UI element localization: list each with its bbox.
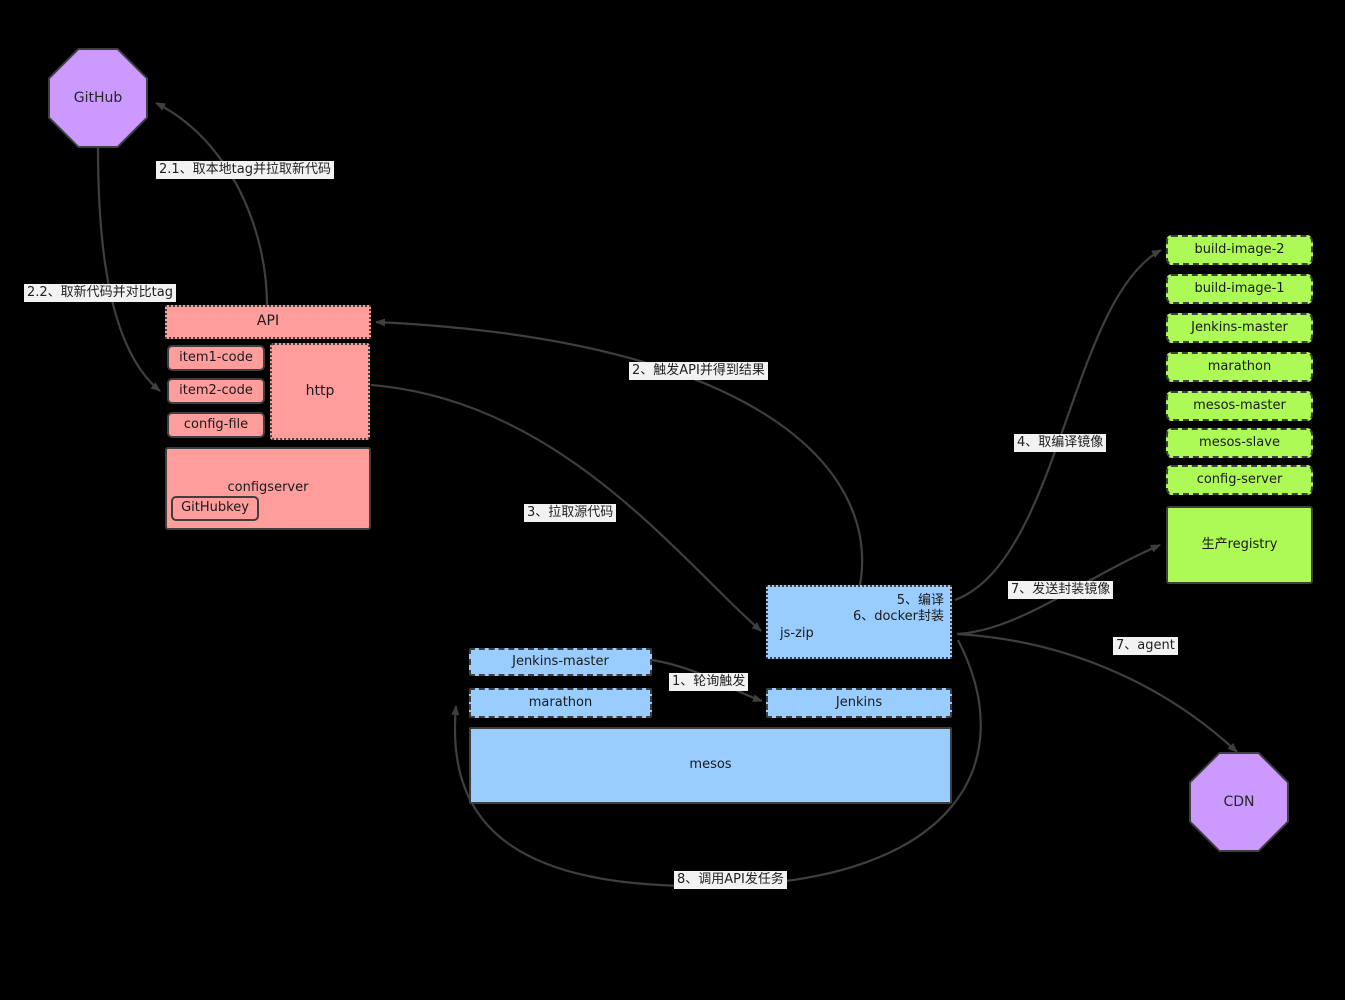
item1-code-label: item1-code — [179, 349, 253, 365]
edge-label-8: 8、调用API发任务 — [674, 871, 787, 889]
compile-line-2: 6、docker封装 — [852, 609, 944, 625]
node-api[interactable]: API — [165, 305, 371, 339]
item2-code-label: item2-code — [179, 382, 253, 398]
edge-label-3-text: 3、拉取源代码 — [527, 505, 614, 520]
edge-label-7-send: 7、发送封装镜像 — [1008, 581, 1114, 599]
config-file-label: config-file — [183, 416, 249, 432]
edge-22 — [96, 147, 161, 392]
node-build-image-2[interactable]: build-image-2 — [1166, 235, 1313, 265]
node-cdn[interactable]: CDN — [1189, 752, 1289, 852]
config-server-label: config-server — [1196, 471, 1283, 487]
edge-label-1-text: 1、轮询触发 — [672, 674, 746, 689]
edge-label-4-text: 4、取编译镜像 — [1017, 435, 1104, 450]
edge-label-2-2-text: 2.2、取新代码并对比tag — [27, 285, 173, 300]
node-build-image-1[interactable]: build-image-1 — [1166, 274, 1313, 304]
edge-label-7-agent-text: 7、agent — [1116, 638, 1175, 653]
node-blue-marathon[interactable]: marathon — [469, 688, 652, 718]
green-jenkins-master-label: Jenkins-master — [1191, 319, 1288, 335]
diagram-canvas: GitHub CDN API item1-code item2-code con… — [0, 0, 1345, 1000]
node-prod-registry[interactable]: 生产registry — [1166, 506, 1313, 584]
blue-marathon-label: marathon — [528, 694, 593, 710]
edge-label-2-2: 2.2、取新代码并对比tag — [24, 284, 176, 302]
node-blue-jenkins-master[interactable]: Jenkins-master — [469, 648, 652, 676]
mesos-master-label: mesos-master — [1193, 397, 1286, 413]
build-image-1-label: build-image-1 — [1194, 280, 1285, 296]
http-label: http — [305, 382, 335, 399]
node-jenkins[interactable]: Jenkins — [766, 688, 952, 718]
build-image-2-label: build-image-2 — [1194, 241, 1285, 257]
blue-jenkins-master-label: Jenkins-master — [512, 653, 609, 669]
mesos-label: mesos — [689, 757, 732, 773]
compile-line-1: 5、编译 — [896, 593, 944, 608]
edge-label-4: 4、取编译镜像 — [1014, 434, 1107, 452]
github-label: GitHub — [73, 90, 123, 106]
edge-label-2-1: 2.1、取本地tag并拉取新代码 — [156, 161, 334, 179]
edge-2 — [375, 318, 864, 586]
node-mesos[interactable]: mesos — [469, 727, 952, 804]
node-item2-code[interactable]: item2-code — [167, 378, 265, 404]
prod-registry-label: 生产registry — [1201, 536, 1278, 552]
green-marathon-label: marathon — [1207, 358, 1272, 374]
node-green-jenkins-master[interactable]: Jenkins-master — [1166, 313, 1313, 343]
node-compile-package[interactable]: 5、编译 6、docker封装 js-zip — [766, 585, 952, 659]
node-item1-code[interactable]: item1-code — [167, 345, 265, 371]
edge-label-7-send-text: 7、发送封装镜像 — [1011, 582, 1111, 597]
edge-label-1: 1、轮询触发 — [669, 673, 749, 691]
edge-label-2: 2、触发API并得到结果 — [629, 362, 768, 380]
cdn-label: CDN — [1223, 794, 1255, 810]
node-config-server[interactable]: config-server — [1166, 465, 1313, 495]
edge-label-7-agent: 7、agent — [1113, 637, 1178, 655]
compile-line-3: js-zip — [780, 625, 814, 641]
edge-7-agent — [956, 632, 1238, 753]
api-label: API — [256, 313, 280, 330]
mesos-slave-label: mesos-slave — [1199, 434, 1280, 450]
node-github[interactable]: GitHub — [48, 48, 148, 148]
edge-21 — [155, 102, 269, 306]
edge-label-3: 3、拉取源代码 — [524, 504, 617, 522]
node-mesos-master[interactable]: mesos-master — [1166, 391, 1313, 421]
edge-label-2-1-text: 2.1、取本地tag并拉取新代码 — [159, 162, 331, 177]
node-http[interactable]: http — [270, 343, 370, 440]
node-config-file[interactable]: config-file — [167, 412, 265, 438]
edge-4 — [954, 249, 1162, 602]
node-green-marathon[interactable]: marathon — [1166, 352, 1313, 382]
edge-label-8-text: 8、调用API发任务 — [677, 872, 784, 887]
configserver-label: configserver — [227, 480, 309, 495]
edge-label-2-text: 2、触发API并得到结果 — [632, 363, 765, 378]
node-mesos-slave[interactable]: mesos-slave — [1166, 428, 1313, 458]
node-githubkey[interactable]: GitHubkey — [171, 496, 259, 521]
githubkey-label: GitHubkey — [181, 500, 249, 516]
jenkins-label: Jenkins — [835, 694, 883, 710]
